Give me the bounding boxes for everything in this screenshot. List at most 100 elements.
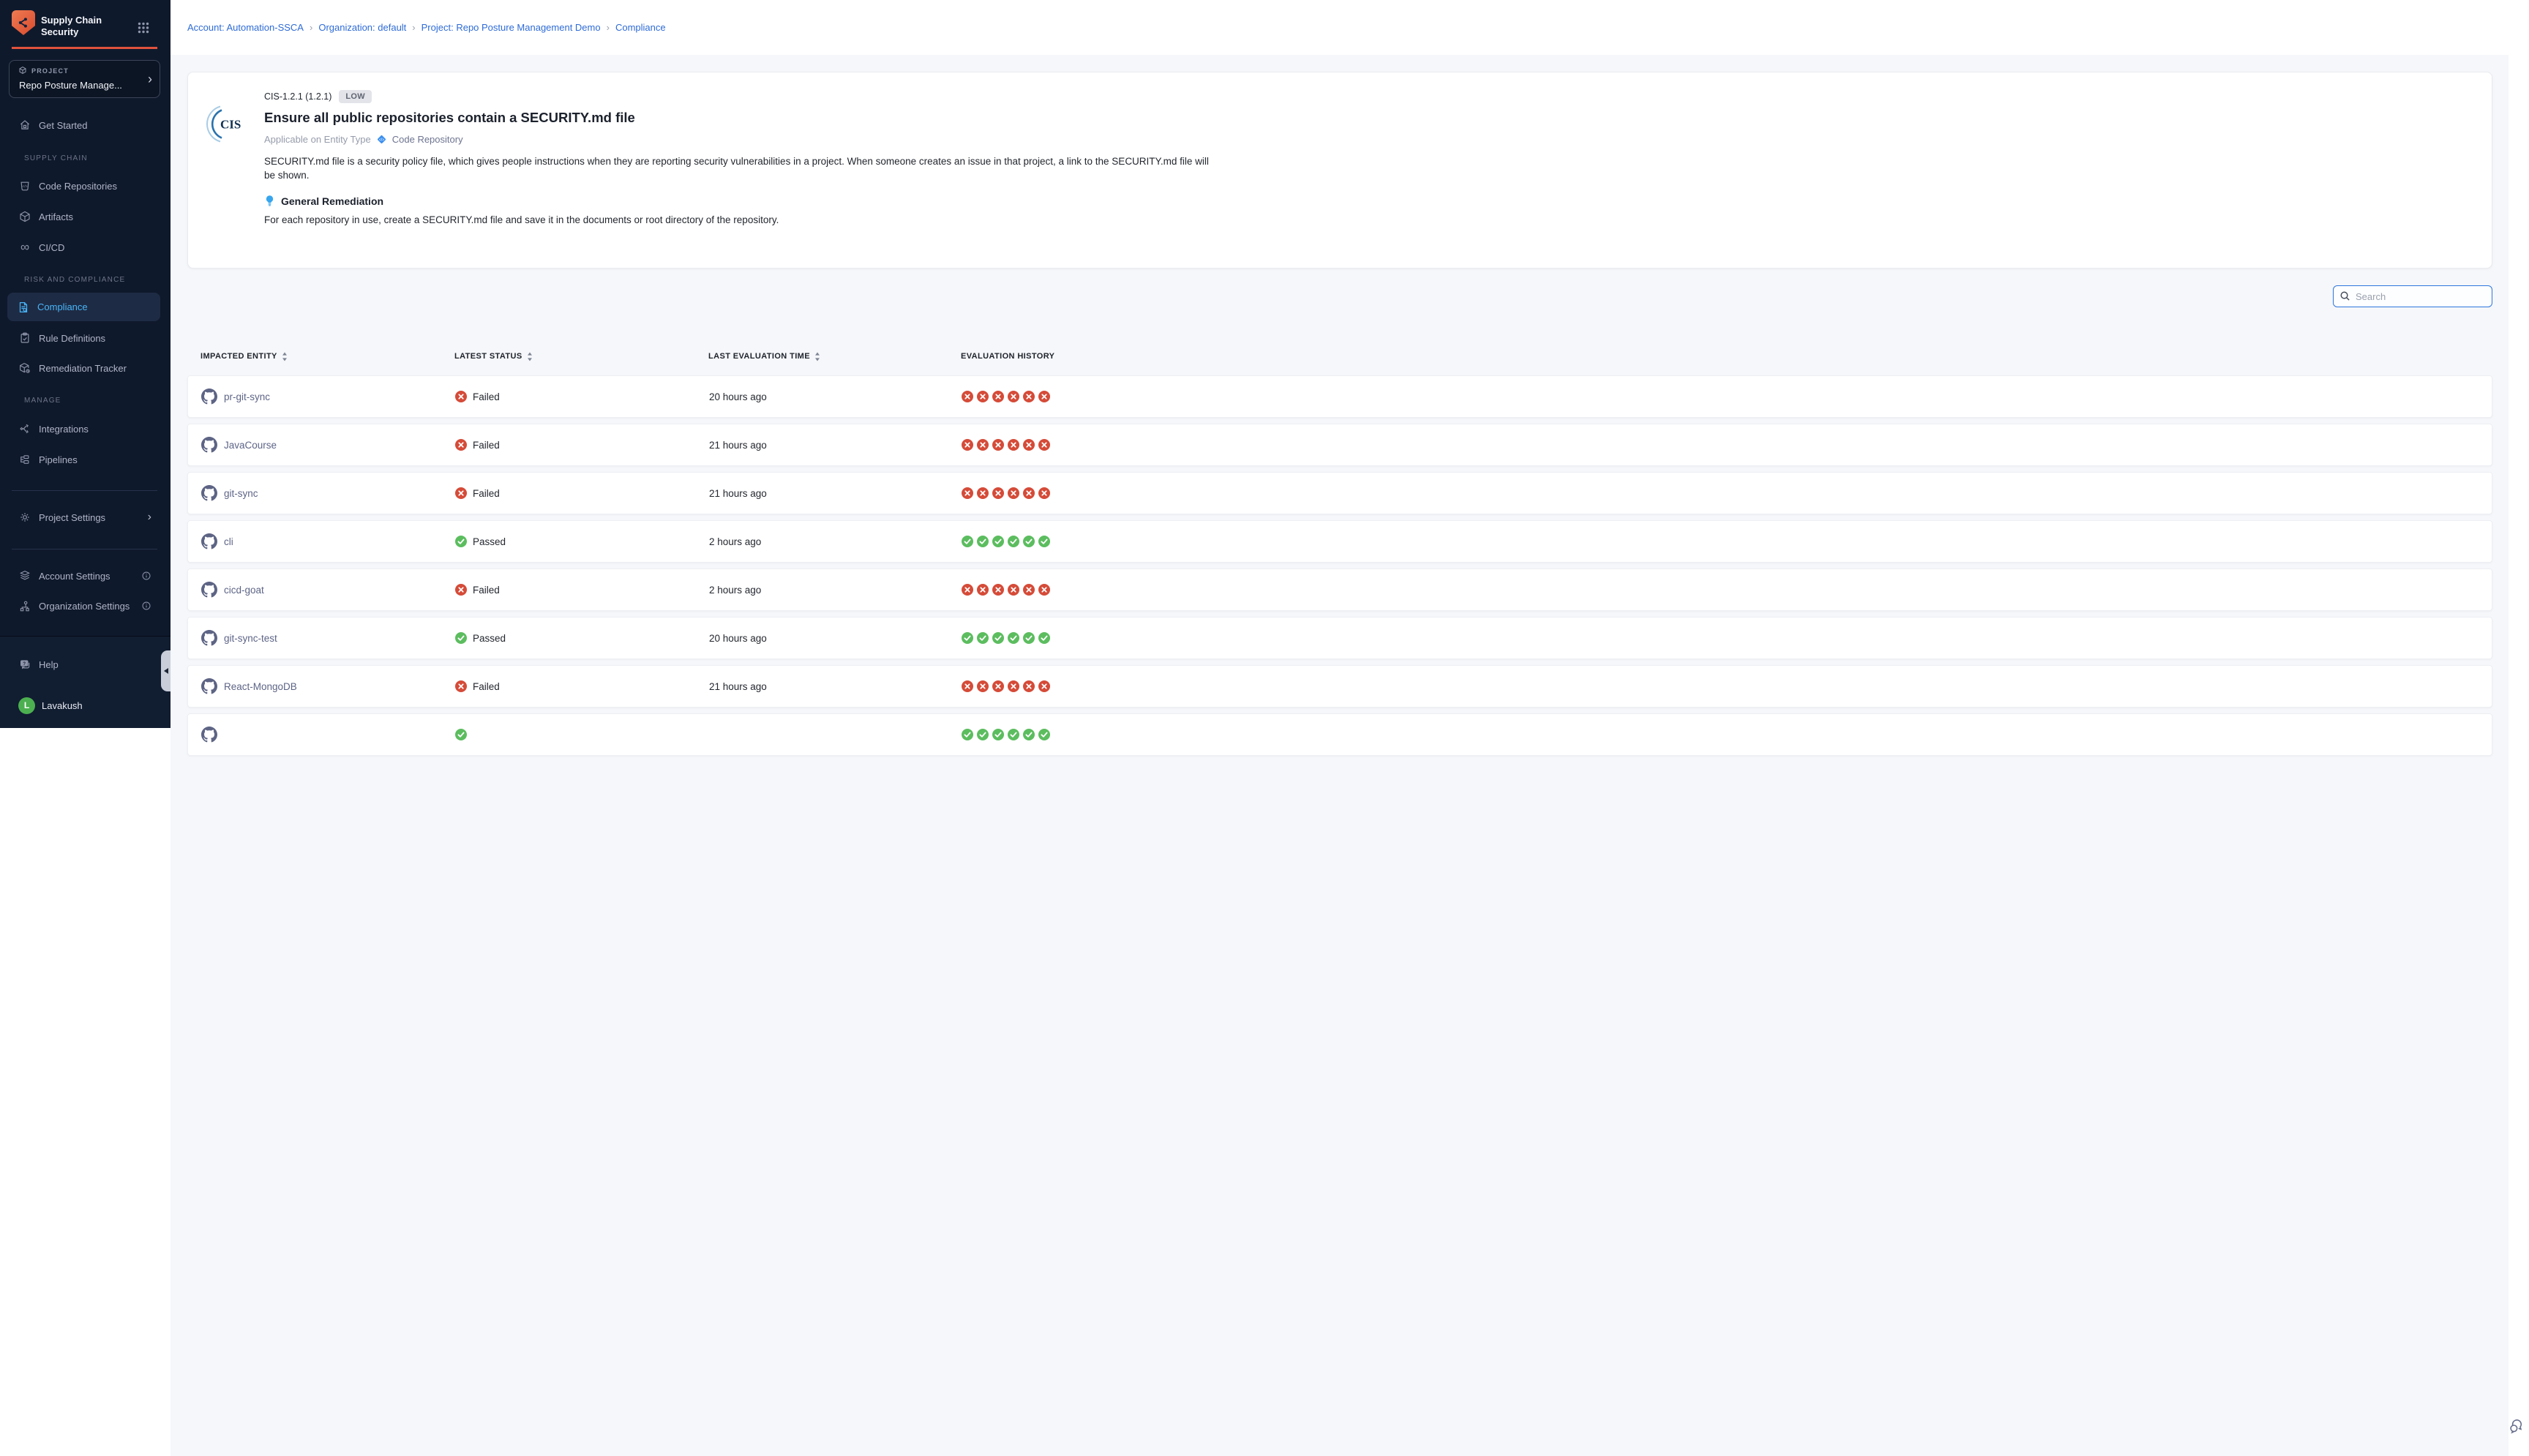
entity-name-link[interactable]: git-sync-test	[224, 633, 277, 644]
column-header-latest-status[interactable]: LATEST STATUS	[454, 352, 708, 361]
main-area: Account: Automation-SSCA › Organization:…	[171, 0, 2529, 1456]
table-row[interactable]: JavaCourse Failed 21 hours ago	[187, 424, 2492, 466]
sidebar: Supply Chain Security PROJECT Repo Postu…	[0, 0, 171, 728]
rule-detail-card: CIS CIS-1.2.1 (1.2.1) LOW Ensure all pub…	[187, 72, 2492, 269]
github-icon	[201, 485, 217, 501]
history-fail-icon	[1008, 680, 1019, 692]
content-panel: CIS CIS-1.2.1 (1.2.1) LOW Ensure all pub…	[171, 55, 2509, 1456]
sidebar-item-remediation-tracker[interactable]: Remediation Tracker	[9, 357, 162, 379]
sidebar-item-label: Organization Settings	[39, 601, 130, 612]
app-title: Supply Chain Security	[41, 15, 102, 38]
breadcrumb-project-link[interactable]: Project: Repo Posture Management Demo	[422, 22, 601, 33]
sidebar-item-label: Project Settings	[39, 512, 105, 523]
user-menu[interactable]: L Lavakush	[9, 694, 162, 716]
chevron-right-icon: ›	[148, 71, 152, 87]
sidebar-item-label: Account Settings	[39, 571, 110, 582]
table-row[interactable]: git-sync Failed 21 hours ago	[187, 472, 2492, 514]
section-label-risk-compliance: RISK AND COMPLIANCE	[24, 276, 125, 288]
section-label-manage: MANAGE	[24, 397, 61, 408]
evaluation-history	[962, 536, 2492, 547]
history-fail-icon	[1023, 487, 1035, 499]
sidebar-item-account-settings[interactable]: Account Settings	[9, 565, 162, 587]
sidebar-item-project-settings[interactable]: Project Settings ›	[9, 506, 162, 528]
breadcrumb-compliance-link[interactable]: Compliance	[615, 22, 666, 33]
status-failed-icon	[455, 680, 467, 692]
sidebar-item-code-repositories[interactable]: </> Code Repositories	[9, 175, 162, 197]
divider	[12, 490, 157, 491]
history-fail-icon	[1038, 439, 1050, 451]
entity-name-link[interactable]: git-sync	[224, 488, 258, 499]
table-row[interactable]: git-sync-test Passed 20 hours ago	[187, 617, 2492, 659]
history-fail-icon	[977, 680, 989, 692]
chat-feedback-icon[interactable]	[2508, 1416, 2527, 1436]
status-label: Passed	[473, 633, 506, 644]
history-pass-icon	[962, 632, 973, 644]
box-wrench-icon	[18, 361, 31, 375]
sidebar-item-compliance[interactable]: Compliance	[7, 293, 160, 321]
sidebar-item-cicd[interactable]: ∞ CI/CD	[9, 236, 162, 258]
sidebar-item-organization-settings[interactable]: Organization Settings	[9, 595, 162, 617]
cube-icon	[18, 210, 31, 223]
compliance-document-icon	[17, 301, 30, 314]
entity-name-link[interactable]: cicd-goat	[224, 585, 264, 596]
history-fail-icon	[1023, 391, 1035, 402]
history-fail-icon	[992, 391, 1004, 402]
status-passed-icon	[455, 632, 467, 644]
github-icon	[201, 389, 217, 405]
history-pass-icon	[962, 536, 973, 547]
breadcrumb-separator-icon: ›	[412, 22, 415, 33]
sidebar-item-integrations[interactable]: Integrations	[9, 418, 162, 440]
column-header-impacted-entity[interactable]: IMPACTED ENTITY	[201, 352, 454, 361]
help-chat-icon: ?	[18, 658, 31, 671]
sidebar-item-artifacts[interactable]: Artifacts	[9, 206, 162, 228]
sidebar-item-label: Help	[39, 659, 59, 670]
history-fail-icon	[1008, 584, 1019, 596]
avatar: L	[18, 697, 35, 714]
sidebar-item-label: Get Started	[39, 120, 87, 131]
sort-icon[interactable]	[282, 352, 288, 361]
sidebar-item-label: Rule Definitions	[39, 333, 105, 344]
table-row[interactable]: pr-git-sync Failed 20 hours ago	[187, 375, 2492, 418]
history-fail-icon	[1038, 584, 1050, 596]
breadcrumb-account-link[interactable]: Account: Automation-SSCA	[187, 22, 304, 33]
entity-name-link[interactable]: React-MongoDB	[224, 681, 297, 692]
sidebar-item-help[interactable]: ? Help	[9, 653, 162, 675]
table-row[interactable]: React-MongoDB Failed 21 hours ago	[187, 665, 2492, 708]
sidebar-item-rule-definitions[interactable]: Rule Definitions	[9, 327, 162, 349]
history-fail-icon	[962, 391, 973, 402]
status-label: Failed	[473, 440, 500, 451]
project-selector[interactable]: PROJECT Repo Posture Manage... ›	[9, 60, 160, 98]
entity-name-link[interactable]: JavaCourse	[224, 440, 277, 451]
svg-text:CIS: CIS	[220, 118, 241, 132]
sidebar-item-pipelines[interactable]: Pipelines	[9, 449, 162, 470]
svg-text:</>: </>	[22, 184, 27, 189]
sort-icon[interactable]	[527, 352, 533, 361]
column-header-last-evaluation-time[interactable]: LAST EVALUATION TIME	[708, 352, 961, 361]
sort-icon[interactable]	[814, 352, 820, 361]
table-row[interactable]: cicd-goat Failed 2 hours ago	[187, 568, 2492, 611]
github-icon	[201, 582, 217, 598]
section-label-supply-chain: SUPPLY CHAIN	[24, 154, 88, 166]
evaluation-history	[962, 632, 2492, 644]
history-pass-icon	[1008, 632, 1019, 644]
entity-name-link[interactable]: pr-git-sync	[224, 391, 270, 402]
rule-description: SECURITY.md file is a security policy fi…	[264, 154, 1212, 182]
info-icon	[141, 571, 151, 581]
history-fail-icon	[992, 584, 1004, 596]
applicable-label: Applicable on Entity Type	[264, 134, 371, 145]
last-evaluation-time: 2 hours ago	[709, 536, 962, 547]
github-icon	[201, 630, 217, 646]
breadcrumb-organization-link[interactable]: Organization: default	[318, 22, 406, 33]
entity-name-link[interactable]: cli	[224, 536, 233, 547]
history-pass-icon	[992, 729, 1004, 740]
search-input[interactable]	[2333, 285, 2492, 307]
clipboard-check-icon	[18, 331, 31, 345]
remediation-text: For each repository in use, create a SEC…	[264, 214, 2470, 225]
history-fail-icon	[992, 439, 1004, 451]
sidebar-collapse-handle[interactable]	[161, 650, 171, 691]
table-row[interactable]: cli Passed 2 hours ago	[187, 520, 2492, 563]
search-box	[2333, 285, 2492, 307]
table-row[interactable]	[187, 713, 2492, 756]
app-switcher-grid-icon[interactable]	[138, 22, 149, 34]
sidebar-item-get-started[interactable]: Get Started	[9, 114, 162, 136]
